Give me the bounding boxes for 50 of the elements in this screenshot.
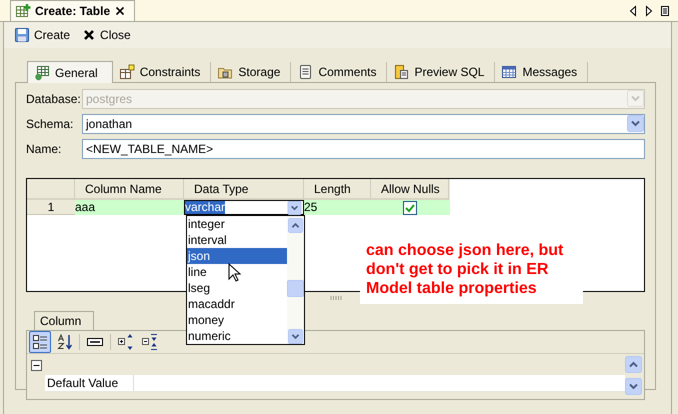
document-scroll-icon [393,64,410,80]
field-label: Schema: [26,116,74,130]
expand-all-icon[interactable] [117,333,135,351]
close-icon[interactable] [114,5,126,17]
input-field[interactable]: <NEW_TABLE_NAME> [82,138,645,158]
sort-az-icon[interactable] [57,333,73,351]
categorized-view-icon[interactable] [29,331,51,353]
scroll-down-icon[interactable] [287,329,304,344]
mouse-pointer-icon [228,263,242,283]
properties-icon[interactable] [86,335,104,349]
dropdown-option[interactable]: integer [187,216,287,232]
splitter-grip-icon[interactable] [330,296,342,300]
row-number: 1 [27,200,75,215]
table-cell-text: aaa [75,200,96,215]
checked-checkbox[interactable] [403,200,417,214]
close-button[interactable]: Close [80,26,133,44]
create-button[interactable]: Create [12,25,72,45]
menu-icon[interactable] [660,4,670,16]
scrollbar[interactable] [287,216,304,344]
dropdown-option[interactable]: interval [187,232,287,248]
field-label: Name: [26,142,62,156]
type-combo[interactable]: varchar [184,200,304,215]
close-icon [82,28,96,42]
tab[interactable]: Column [34,311,94,330]
field-label: Database: [26,92,82,106]
dropdown-option[interactable]: json [187,248,287,264]
dropdown-option[interactable]: lseg [187,280,287,296]
annotation-text: can choose json here, but don't get to pick it in ER Model table properties [366,241,564,298]
scroll-down-icon[interactable] [625,378,642,395]
scroll-up-icon[interactable] [625,356,642,373]
editor-tab[interactable]: Create: Table [10,0,136,21]
table-cell-text: 25 [304,200,318,215]
left-triangle-icon[interactable] [628,4,638,16]
table-plus-icon [15,3,31,19]
grid-icon [34,64,50,80]
scrollbar-thumb[interactable] [287,280,304,297]
table-icon [501,64,518,80]
scroll-up-icon[interactable] [287,218,304,233]
collapse-icon[interactable] [31,360,42,371]
dropdown-option[interactable]: money [187,312,287,328]
tab[interactable]: General [27,61,113,83]
collapse-all-icon[interactable] [141,333,159,351]
table-key-icon [118,64,135,80]
property-name: Default Value [45,375,134,391]
dropdown-option[interactable]: numeric [187,328,287,344]
right-triangle-icon[interactable] [644,4,654,16]
dropdown-option[interactable]: line [187,264,287,280]
document-icon [297,64,314,80]
combo-box[interactable]: jonathan [82,114,645,134]
dropdown-option[interactable]: macaddr [187,296,287,312]
